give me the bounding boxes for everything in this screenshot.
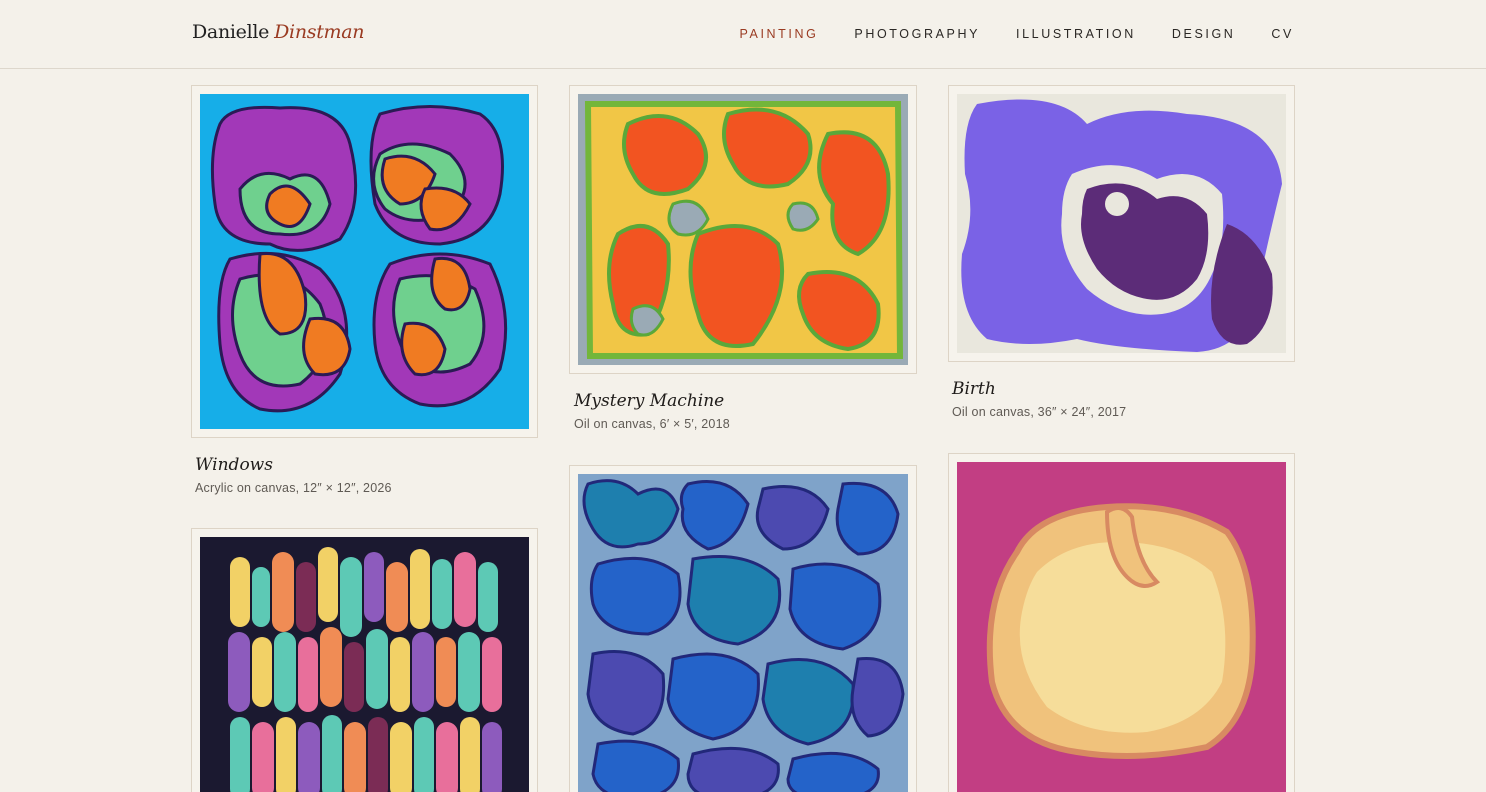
- site-logo[interactable]: Danielle Dinstman: [192, 21, 365, 43]
- painting-title[interactable]: Mystery Machine: [574, 391, 730, 411]
- painting-windows-thumbnail[interactable]: [191, 85, 538, 438]
- painting-brushstrokes-image: [200, 537, 529, 792]
- main-nav: PAINTING PHOTOGRAPHY ILLUSTRATION DESIGN…: [740, 27, 1295, 41]
- painting-meta: Acrylic on canvas, 12″ × 12″, 2026: [195, 481, 392, 495]
- painting-windows-caption: Windows Acrylic on canvas, 12″ × 12″, 20…: [195, 455, 392, 495]
- site-header: Danielle Dinstman PAINTING PHOTOGRAPHY IL…: [0, 0, 1486, 69]
- nav-painting[interactable]: PAINTING: [740, 27, 819, 41]
- logo-first-name: Danielle: [192, 21, 270, 43]
- nav-illustration[interactable]: ILLUSTRATION: [1016, 27, 1136, 41]
- painting-mystery-machine-thumbnail[interactable]: [569, 85, 917, 374]
- nav-photography[interactable]: PHOTOGRAPHY: [854, 27, 980, 41]
- painting-brushstrokes-thumbnail[interactable]: [191, 528, 538, 792]
- nav-cv[interactable]: CV: [1271, 27, 1294, 41]
- painting-birth-image: [957, 94, 1286, 353]
- painting-blue-puzzle-image: [578, 474, 908, 792]
- painting-birth-thumbnail[interactable]: [948, 85, 1295, 362]
- painting-blue-puzzle-thumbnail[interactable]: [569, 465, 917, 792]
- painting-pink-yellow-thumbnail[interactable]: [948, 453, 1295, 792]
- painting-mystery-machine-caption: Mystery Machine Oil on canvas, 6′ × 5′, …: [574, 391, 730, 431]
- painting-title[interactable]: Birth: [952, 379, 1126, 399]
- painting-title[interactable]: Windows: [195, 455, 392, 475]
- logo-last-name: Dinstman: [274, 21, 365, 43]
- painting-meta: Oil on canvas, 36″ × 24″, 2017: [952, 405, 1127, 419]
- painting-windows-image: [200, 94, 529, 429]
- painting-birth-caption: Birth Oil on canvas, 36″ × 24″, 2017: [952, 379, 1126, 419]
- nav-design[interactable]: DESIGN: [1172, 27, 1236, 41]
- painting-meta: Oil on canvas, 6′ × 5′, 2018: [574, 417, 730, 431]
- painting-mystery-machine-image: [578, 94, 908, 365]
- painting-pink-yellow-image: [957, 462, 1286, 792]
